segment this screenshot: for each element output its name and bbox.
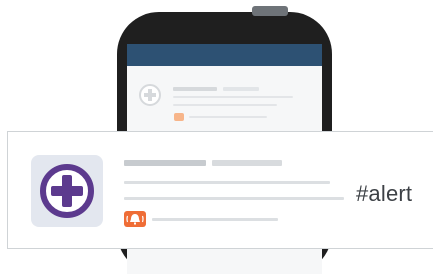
notification-body-line-1: [124, 181, 330, 184]
background-alarm-icon: [174, 113, 184, 121]
app-header-bar: [127, 44, 322, 66]
alert-hashtag: #alert: [356, 181, 413, 206]
notification-body-line-2: [124, 197, 344, 200]
notification-meta-placeholder: [152, 218, 278, 221]
notification-subtitle-placeholder: [212, 160, 282, 166]
background-body-line-2: [173, 104, 277, 106]
medical-plus-icon: [40, 164, 94, 218]
background-meta-line: [189, 116, 267, 118]
notification-title-placeholder: [124, 160, 206, 166]
background-plus-icon: [139, 84, 161, 106]
background-title-line-2: [223, 87, 259, 91]
background-body-line: [173, 96, 293, 98]
app-icon-tile: [31, 155, 103, 227]
background-title-line: [173, 87, 217, 91]
alarm-bell-icon: [124, 211, 146, 227]
phone-side-button: [252, 6, 288, 16]
